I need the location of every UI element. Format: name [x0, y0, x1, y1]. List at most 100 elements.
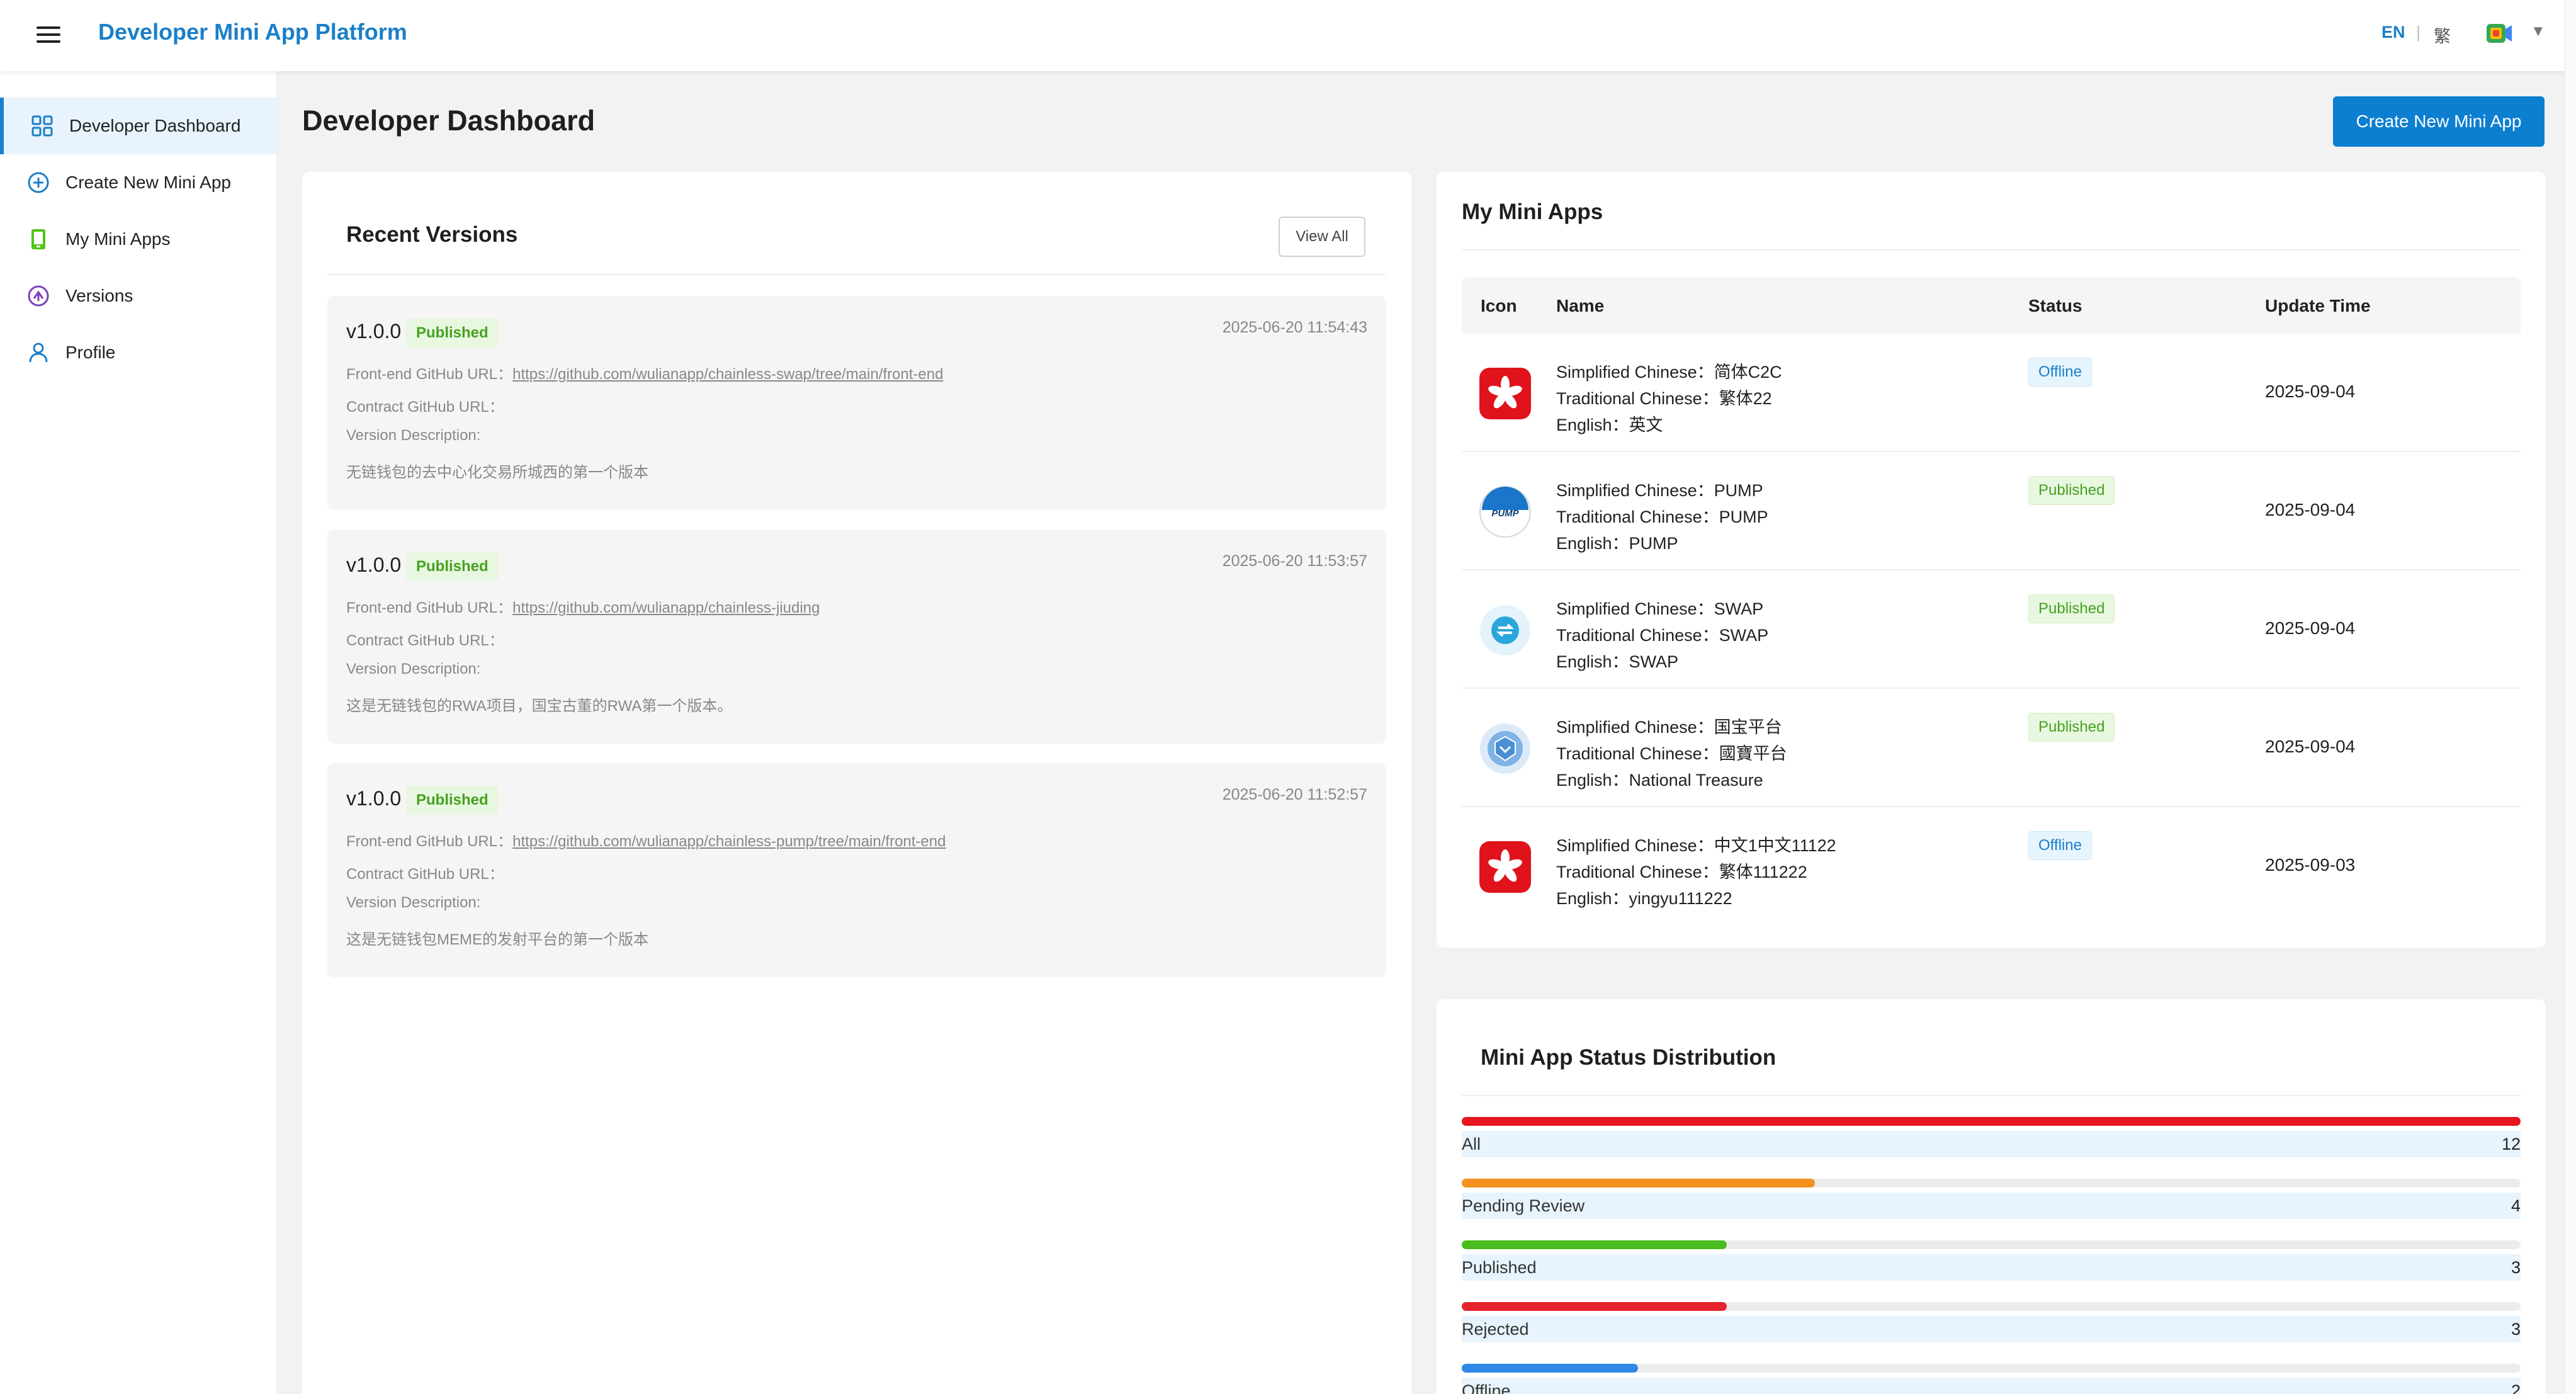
progress-fill [1462, 1117, 2521, 1126]
table-row[interactable]: PUMP Simplified Chinese：PUMP Traditional… [1462, 452, 2521, 570]
frontend-url-link[interactable]: https://github.com/wulianapp/chainless-s… [512, 366, 943, 383]
divider [327, 274, 1386, 275]
version-timestamp: 2025-06-20 11:53:57 [1222, 552, 1367, 570]
status-badge: Published [406, 319, 499, 348]
status-count: 3 [2511, 1258, 2521, 1277]
app-names: Simplified Chinese：SWAP Traditional Chin… [1556, 596, 1768, 675]
status-count: 2 [2511, 1381, 2521, 1394]
lang-en-toggle[interactable]: EN [2381, 23, 2405, 42]
frontend-url-link[interactable]: https://github.com/wulianapp/chainless-j… [512, 599, 820, 616]
app-names: Simplified Chinese：PUMP Traditional Chin… [1556, 477, 1768, 557]
frontend-url-label: Front-end GitHub URL： [346, 599, 513, 616]
name-english: English：yingyu111222 [1556, 889, 1732, 908]
pump-icon: PUMP [1479, 486, 1531, 538]
frontend-url-line: Front-end GitHub URL：https://github.com/… [346, 829, 946, 851]
contract-url-label: Contract GitHub URL： [346, 399, 504, 416]
column-header-status: Status [2028, 296, 2082, 315]
status-badge: Offline [2028, 831, 2092, 860]
menu-toggle-icon[interactable] [37, 26, 60, 44]
sidebar-item-label: My Mini Apps [65, 229, 171, 249]
table-header: Icon Name Status Update Time [1462, 277, 2521, 334]
divider [1462, 249, 2521, 251]
version-description: 这是无链钱包的RWA项目，国宝古董的RWA第一个版本。 [346, 698, 733, 715]
update-time: 2025-09-03 [2265, 855, 2356, 875]
sidebar-item-versions[interactable]: Versions [0, 268, 277, 324]
status-distribution-row: Pending Review 4 [1462, 1193, 2521, 1219]
status-distribution-card: Mini App Status Distribution All 12 Pendin… [1437, 999, 2546, 1394]
view-all-button[interactable]: View All [1279, 217, 1365, 257]
update-time: 2025-09-04 [2265, 618, 2356, 638]
page-title: Developer Dashboard [302, 105, 596, 137]
frontend-url-link[interactable]: https://github.com/wulianapp/chainless-p… [512, 833, 946, 850]
description-label: Version Description: [346, 660, 481, 677]
version-timestamp: 2025-06-20 11:54:43 [1222, 319, 1367, 336]
name-english: English：National Treasure [1556, 771, 1763, 790]
table-row[interactable]: Simplified Chinese：国宝平台 Traditional Chin… [1462, 689, 2521, 807]
progress-fill [1462, 1302, 1727, 1311]
version-item[interactable]: v1.0.0 Published 2025-06-20 11:53:57 Fro… [327, 530, 1386, 744]
app-names: Simplified Chinese：国宝平台 Traditional Chin… [1556, 714, 1787, 793]
table-row[interactable]: Simplified Chinese：SWAP Traditional Chin… [1462, 570, 2521, 689]
contract-url-label: Contract GitHub URL： [346, 866, 504, 883]
hk-flag-icon [1479, 368, 1531, 419]
version-number: v1.0.0 [346, 553, 402, 576]
version-item[interactable]: v1.0.0 Published 2025-06-20 11:52:57 Fro… [327, 763, 1386, 977]
status-label: All [1462, 1135, 1481, 1153]
status-distribution-item: Pending Review 4 [1462, 1179, 2521, 1235]
name-english: English：SWAP [1556, 652, 1679, 671]
name-simplified: Simplified Chinese：PUMP [1556, 481, 1763, 500]
progress-fill [1462, 1179, 1815, 1187]
status-distribution-item: All 12 [1462, 1117, 2521, 1174]
sidebar-item-profile[interactable]: Profile [0, 324, 277, 381]
status-count: 4 [2511, 1196, 2521, 1215]
recent-versions-card: Recent Versions View All v1.0.0 Publishe… [302, 172, 1411, 1394]
sidebar-item-dashboard[interactable]: Developer Dashboard [0, 98, 277, 154]
svg-text:PUMP: PUMP [1491, 508, 1519, 519]
frontend-url-line: Front-end GitHub URL：https://github.com/… [346, 361, 943, 383]
name-traditional: Traditional Chinese：SWAP [1556, 626, 1769, 645]
sidebar-item-my-apps[interactable]: My Mini Apps [0, 211, 277, 268]
divider [1462, 1095, 2521, 1096]
chevron-down-icon[interactable]: ▼ [2531, 23, 2546, 40]
table-row[interactable]: Simplified Chinese：简体C2C Traditional Chi… [1462, 334, 2521, 452]
column-header-update-time: Update Time [2265, 296, 2371, 315]
version-item[interactable]: v1.0.0 Published 2025-06-20 11:54:43 Fro… [327, 296, 1386, 510]
page-scrollbar[interactable] [2565, 0, 2576, 1394]
table-row[interactable]: Simplified Chinese：中文1中文11122 Traditiona… [1462, 807, 2521, 926]
app-names: Simplified Chinese：中文1中文11122 Traditiona… [1556, 832, 1836, 912]
sidebar-item-create[interactable]: Create New Mini App [0, 154, 277, 211]
progress-fill [1462, 1364, 1638, 1373]
name-traditional: Traditional Chinese：PUMP [1556, 507, 1768, 526]
update-time: 2025-09-04 [2265, 737, 2356, 756]
app-names: Simplified Chinese：简体C2C Traditional Chi… [1556, 359, 1782, 438]
progress-track [1462, 1179, 2521, 1187]
status-label: Rejected [1462, 1320, 1529, 1339]
status-distribution-row: Published 3 [1462, 1254, 2521, 1281]
status-badge: Published [2028, 713, 2115, 742]
name-traditional: Traditional Chinese：繁体22 [1556, 389, 1772, 408]
frontend-url-label: Front-end GitHub URL： [346, 833, 513, 850]
update-time: 2025-09-04 [2265, 500, 2356, 519]
treasure-icon [1479, 723, 1531, 774]
name-simplified: Simplified Chinese：SWAP [1556, 599, 1764, 618]
progress-fill [1462, 1240, 1727, 1249]
column-header-icon: Icon [1481, 296, 1517, 315]
status-distribution-row: Rejected 3 [1462, 1316, 2521, 1342]
app-brand[interactable]: Developer Mini App Platform [98, 19, 407, 45]
sidebar-item-label: Versions [65, 286, 133, 305]
dashboard-icon [30, 114, 54, 138]
sidebar: Developer Dashboard Create New Mini App … [0, 71, 277, 1394]
name-simplified: Simplified Chinese：国宝平台 [1556, 718, 1782, 737]
create-mini-app-button[interactable]: Create New Mini App [2333, 96, 2545, 147]
user-avatar-icon[interactable] [2485, 21, 2513, 47]
user-icon [26, 341, 50, 365]
sidebar-item-label: Profile [65, 343, 116, 362]
lang-traditional-toggle[interactable]: 繁 [2434, 23, 2451, 47]
name-simplified: Simplified Chinese：简体C2C [1556, 363, 1782, 382]
status-count: 12 [2501, 1135, 2521, 1153]
status-label: Offline [1462, 1381, 1511, 1394]
contract-url-label: Contract GitHub URL： [346, 632, 504, 649]
version-timestamp: 2025-06-20 11:52:57 [1222, 786, 1367, 803]
name-english: English：PUMP [1556, 534, 1678, 553]
status-distribution-item: Published 3 [1462, 1240, 2521, 1297]
